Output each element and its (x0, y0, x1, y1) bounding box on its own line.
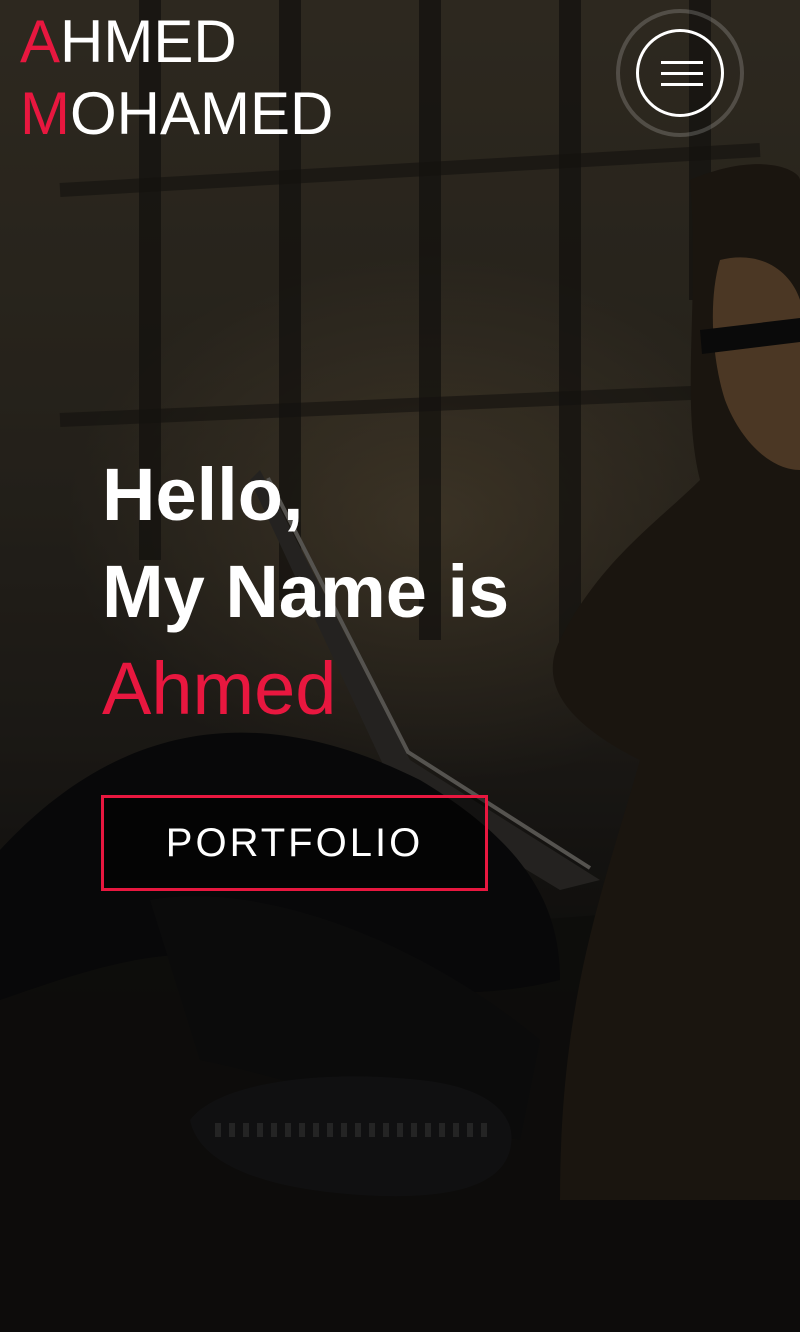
hero-name: Ahmed (102, 647, 337, 730)
hamburger-menu-icon (661, 72, 703, 75)
menu-button-ring (616, 9, 744, 137)
site-logo[interactable]: AHMED MOHAMED (20, 6, 333, 150)
logo-line-first: AHMED (20, 6, 333, 78)
logo-initial-m: M (20, 80, 70, 147)
hero-greeting: Hello, (102, 453, 304, 536)
hero-headline: Hello, My Name is Ahmed (102, 446, 509, 737)
logo-line-last: MOHAMED (20, 78, 333, 150)
hero-section: AHMED MOHAMED Hello, My Name is Ahmed PO… (0, 0, 800, 1332)
hamburger-menu-icon (661, 61, 703, 64)
logo-last-name-rest: OHAMED (69, 80, 334, 147)
menu-toggle-button[interactable] (636, 29, 724, 117)
portfolio-button[interactable]: PORTFOLIO (101, 795, 488, 891)
logo-initial-a: A (20, 8, 61, 75)
logo-first-name-rest: HMED (60, 8, 237, 75)
hamburger-menu-icon (661, 83, 703, 86)
hero-intro: My Name is (102, 550, 510, 633)
